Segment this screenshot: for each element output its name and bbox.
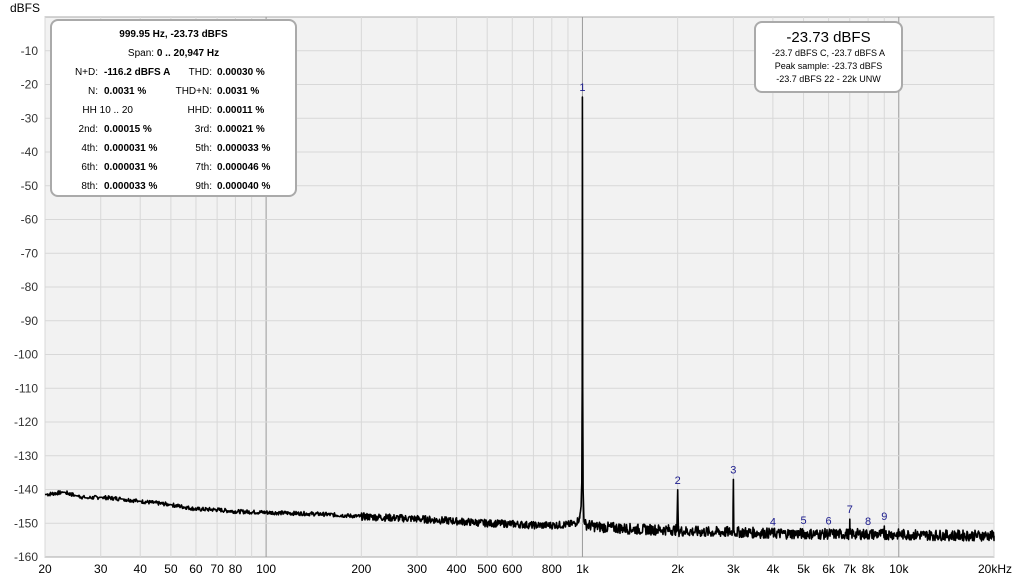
x-tick-label: 400 <box>447 562 467 576</box>
y-axis-title: dBFS <box>10 1 40 15</box>
x-tick-label: 200 <box>351 562 371 576</box>
y-tick-label: -90 <box>21 314 39 328</box>
x-tick-label: 800 <box>542 562 562 576</box>
thd-value: 0.00030 % <box>217 67 265 78</box>
info-row-h6-h7: 6th: 0.000031 % 7th: 0.000046 % <box>52 158 295 177</box>
y-tick-label: -10 <box>21 44 39 58</box>
info-row-nd: N+D: -116.2 dBFS A THD: 0.00030 % <box>52 63 295 82</box>
h8-value: 0.000033 % <box>104 181 158 192</box>
n-value: 0.0031 % <box>104 86 147 97</box>
x-tick-label: 10k <box>889 562 909 576</box>
y-tick-label: -150 <box>14 516 38 530</box>
harmonic-label-6: 6 <box>826 516 832 528</box>
harmonic-label-3: 3 <box>730 464 736 476</box>
x-tick-label: 30 <box>94 562 108 576</box>
h4-value: 0.000031 % <box>104 143 158 154</box>
info-row-h8-h9: 8th: 0.000033 % 9th: 0.000040 % <box>52 177 295 196</box>
y-tick-label: -20 <box>21 78 39 92</box>
thdn-value: 0.0031 % <box>217 86 260 97</box>
span-value: 0 .. 20,947 Hz <box>156 48 220 59</box>
peak-level-panel: -23.73 dBFS -23.7 dBFS C, -23.7 dBFS A P… <box>754 21 903 93</box>
harmonic-label-7: 7 <box>847 504 853 516</box>
y-tick-label: -140 <box>14 483 38 497</box>
x-tick-label: 60 <box>189 562 203 576</box>
peak-weighted-levels: -23.7 dBFS C, -23.7 dBFS A <box>771 48 886 58</box>
x-tick-label: 8k <box>862 562 876 576</box>
x-tick-label: 500 <box>477 562 497 576</box>
x-tick-label: 7k <box>843 562 857 576</box>
h7-value: 0.000046 % <box>217 162 271 173</box>
info-row-n: N: 0.0031 % THD+N: 0.0031 % <box>52 82 295 101</box>
h6-label: 6th: <box>81 162 98 173</box>
hhd-value: 0.00011 % <box>217 105 265 116</box>
x-tick-label: 2k <box>671 562 685 576</box>
peak-unweighted-level: -23.7 dBFS 22 - 22k UNW <box>776 74 881 84</box>
h3-label: 3rd: <box>194 124 212 135</box>
hh-label: HH 10 .. 20 <box>82 105 133 116</box>
x-tick-label: 4k <box>767 562 781 576</box>
h2-label: 2nd: <box>78 124 98 135</box>
info-row-h4-h5: 4th: 0.000031 % 5th: 0.000033 % <box>52 139 295 158</box>
y-tick-label: -50 <box>21 179 39 193</box>
info-row-hh: HH 10 .. 20 HHD: 0.00011 % <box>52 101 295 120</box>
h6-value: 0.000031 % <box>104 162 158 173</box>
thdn-label: THD+N: <box>175 86 212 97</box>
y-tick-label: -30 <box>21 111 39 125</box>
hhd-label: HHD: <box>187 105 212 116</box>
peak-level-title: -23.73 dBFS <box>786 29 871 46</box>
x-tick-label: 3k <box>727 562 741 576</box>
x-tick-label: 20kHz <box>978 562 1012 576</box>
x-tick-label: 1k <box>576 562 590 576</box>
h9-label: 9th: <box>195 181 212 192</box>
y-tick-label: -40 <box>21 145 39 159</box>
x-tick-label: 70 <box>210 562 224 576</box>
harmonic-label-5: 5 <box>800 515 806 527</box>
h7-label: 7th: <box>195 162 212 173</box>
x-tick-label: 20 <box>38 562 52 576</box>
peak-sample-level: Peak sample: -23.73 dBFS <box>774 61 883 71</box>
nd-value: -116.2 dBFS A <box>104 67 171 78</box>
harmonic-label-1: 1 <box>579 82 585 94</box>
h5-label: 5th: <box>195 143 212 154</box>
n-label: N: <box>88 86 98 97</box>
span-label: Span: <box>127 48 155 59</box>
x-tick-label: 5k <box>797 562 811 576</box>
harmonic-label-2: 2 <box>675 475 681 487</box>
harmonic-label-4: 4 <box>770 516 776 528</box>
h8-label: 8th: <box>81 181 98 192</box>
h5-value: 0.000033 % <box>217 143 271 154</box>
x-tick-label: 6k <box>822 562 836 576</box>
thd-label: THD: <box>188 67 212 78</box>
x-tick-label: 40 <box>134 562 148 576</box>
y-tick-label: -60 <box>21 213 39 227</box>
x-tick-label: 80 <box>229 562 243 576</box>
x-tick-label: 600 <box>502 562 522 576</box>
y-tick-label: -160 <box>14 550 38 564</box>
harmonic-label-9: 9 <box>881 511 887 523</box>
y-tick-label: -80 <box>21 280 39 294</box>
h2-value: 0.00015 % <box>104 124 152 135</box>
x-tick-label: 100 <box>256 562 276 576</box>
harmonic-label-8: 8 <box>865 516 871 528</box>
h4-label: 4th: <box>81 143 98 154</box>
y-tick-label: -120 <box>14 415 38 429</box>
x-tick-label: 50 <box>164 562 178 576</box>
h9-value: 0.000040 % <box>217 181 271 192</box>
y-tick-label: -100 <box>14 348 38 362</box>
x-tick-label: 300 <box>407 562 427 576</box>
nd-label: N+D: <box>74 67 98 78</box>
h3-value: 0.00021 % <box>217 124 265 135</box>
measurement-info-panel: 999.95 Hz, -23.73 dBFS Span: 0 .. 20,947… <box>50 19 297 197</box>
y-tick-label: -130 <box>14 449 38 463</box>
y-tick-label: -110 <box>15 381 38 395</box>
fundamental-readout: 999.95 Hz, -23.73 dBFS <box>119 29 228 40</box>
y-tick-label: -70 <box>21 246 39 260</box>
info-row-h2-h3: 2nd: 0.00015 % 3rd: 0.00021 % <box>52 120 295 139</box>
span-readout: Span: 0 .. 20,947 Hz <box>52 44 295 63</box>
